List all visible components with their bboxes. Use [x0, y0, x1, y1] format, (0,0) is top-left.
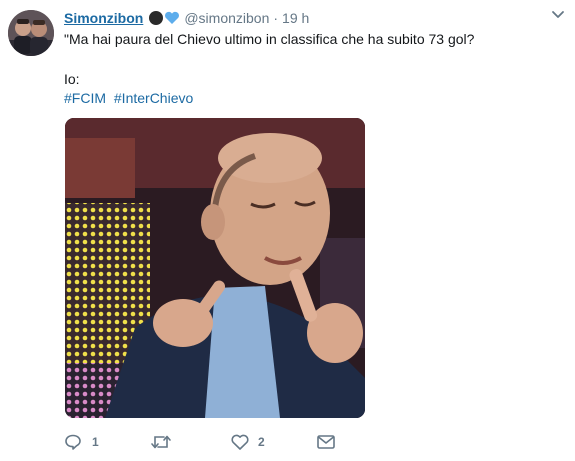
tweet-media-image[interactable]: [65, 118, 365, 418]
heart-icon: [231, 434, 249, 450]
separator-dot: ·: [273, 10, 279, 26]
media-illustration: [65, 118, 365, 418]
black-circle-icon: [149, 11, 164, 25]
username[interactable]: @simonzibon: [184, 10, 269, 26]
timestamp[interactable]: 19 h: [282, 10, 309, 26]
chevron-down-icon[interactable]: [550, 8, 566, 22]
hashtag-link[interactable]: #InterChievo: [114, 90, 193, 106]
envelope-icon: [317, 435, 335, 449]
tweet-header: Simonzibon @simonzibon · 19 h: [64, 8, 309, 28]
tweet-actions: 1 2: [64, 432, 336, 452]
hashtags: #FCIM #InterChievo: [64, 88, 197, 108]
retweet-icon: [151, 435, 171, 449]
tweet-text-line: Io:: [64, 71, 80, 87]
retweet-action[interactable]: [150, 433, 230, 451]
hashtag-link[interactable]: #FCIM: [64, 90, 106, 106]
tweet: Simonzibon @simonzibon · 19 h "Ma hai pa…: [0, 0, 575, 461]
reply-action[interactable]: 1: [64, 433, 150, 451]
tweet-text-line: "Ma hai paura del Chievo ultimo in class…: [64, 31, 475, 47]
display-name[interactable]: Simonzibon: [64, 10, 143, 26]
tweet-text-blank: [64, 49, 564, 69]
direct-message-action[interactable]: [316, 433, 336, 451]
reply-icon: [65, 434, 81, 450]
like-action[interactable]: 2: [230, 433, 316, 451]
like-count: 2: [258, 435, 265, 449]
avatar[interactable]: [8, 10, 54, 56]
tweet-text: "Ma hai paura del Chievo ultimo in class…: [64, 29, 564, 89]
blue-heart-icon: [164, 11, 180, 25]
reply-count: 1: [92, 435, 99, 449]
